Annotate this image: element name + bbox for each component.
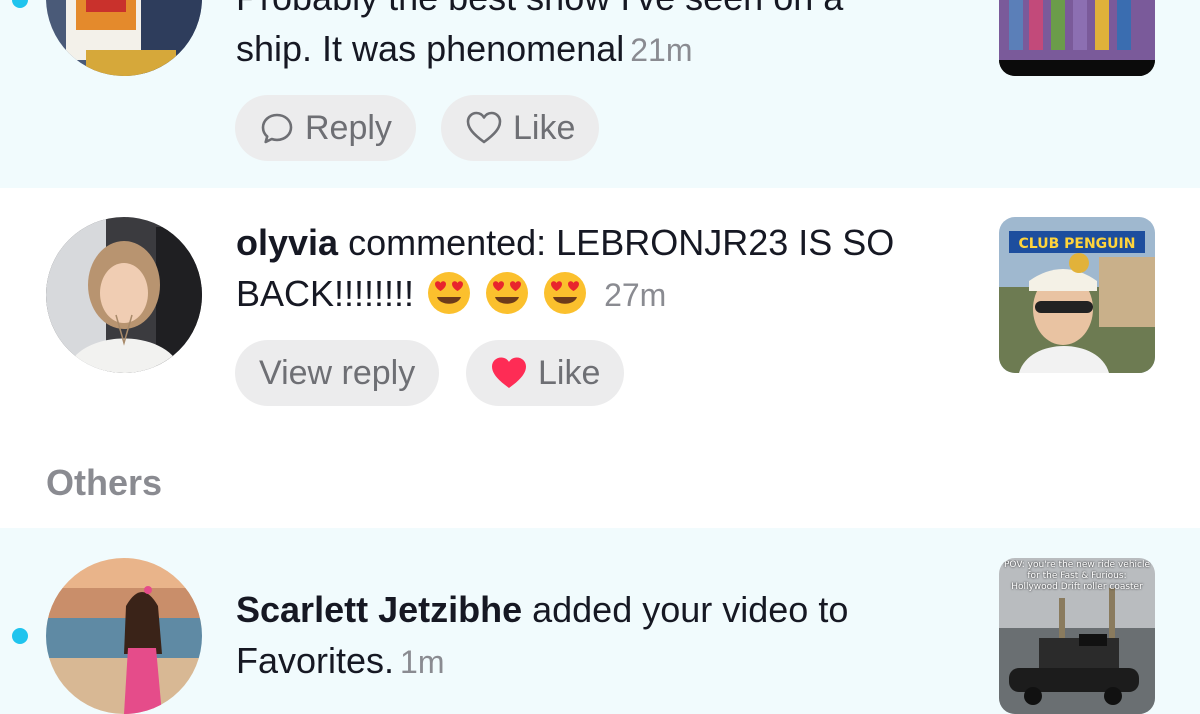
- notification-text: Probably the best show I've seen on a sh…: [236, 0, 976, 76]
- heart-filled-icon: [492, 357, 526, 388]
- video-thumbnail[interactable]: POV: you're the new ride vehicle for the…: [999, 558, 1155, 714]
- view-reply-button[interactable]: View reply: [235, 340, 440, 406]
- avatar-olyvia[interactable]: [46, 217, 202, 373]
- username[interactable]: Scarlett Jetzibhe: [236, 589, 522, 630]
- view-reply-label: View reply: [259, 353, 416, 392]
- unread-dot: [12, 0, 28, 8]
- like-button[interactable]: Like: [466, 340, 625, 406]
- notification-comment-1[interactable]: Probably the best show I've seen on a sh…: [0, 0, 1200, 188]
- heart-outline-icon: [466, 111, 502, 144]
- timestamp: 1m: [400, 644, 445, 680]
- reply-label: Reply: [305, 108, 392, 147]
- notification-text: olyvia commented: LEBRONJR23 IS SO BACK!…: [236, 217, 976, 321]
- heart-eyes-emoji-icon: [544, 272, 587, 314]
- comment-text-partial: Probably the best show I've seen on a: [236, 0, 976, 23]
- notification-comment-2[interactable]: olyvia commented: LEBRONJR23 IS SO BACK!…: [0, 188, 1200, 428]
- notification-text: Scarlett Jetzibhe added your video to Fa…: [236, 584, 976, 688]
- reply-bubble-icon: [261, 113, 293, 144]
- video-thumbnail[interactable]: [999, 0, 1155, 76]
- reply-button[interactable]: Reply: [235, 95, 416, 161]
- timestamp: 21m: [630, 32, 693, 68]
- comment-text: ship. It was phenomenal: [236, 28, 625, 69]
- like-label: Like: [513, 108, 576, 147]
- thumbnail-caption: POV: you're the new ride vehicle for the…: [1003, 560, 1151, 592]
- timestamp: 27m: [604, 277, 667, 313]
- avatar-scarlett[interactable]: [46, 558, 202, 714]
- avatar[interactable]: [46, 0, 202, 76]
- username[interactable]: olyvia: [236, 222, 338, 263]
- notification-favorite[interactable]: Scarlett Jetzibhe added your video to Fa…: [0, 528, 1200, 714]
- video-thumbnail[interactable]: CLUB PENGUIN: [999, 217, 1155, 373]
- section-header-others: Others: [46, 462, 163, 503]
- like-button[interactable]: Like: [441, 95, 600, 161]
- like-label: Like: [538, 353, 601, 392]
- heart-eyes-emoji-icon: [428, 272, 471, 314]
- thumbnail-caption: CLUB PENGUIN: [1019, 236, 1136, 252]
- heart-eyes-emoji-icon: [486, 272, 529, 314]
- unread-dot: [12, 628, 28, 644]
